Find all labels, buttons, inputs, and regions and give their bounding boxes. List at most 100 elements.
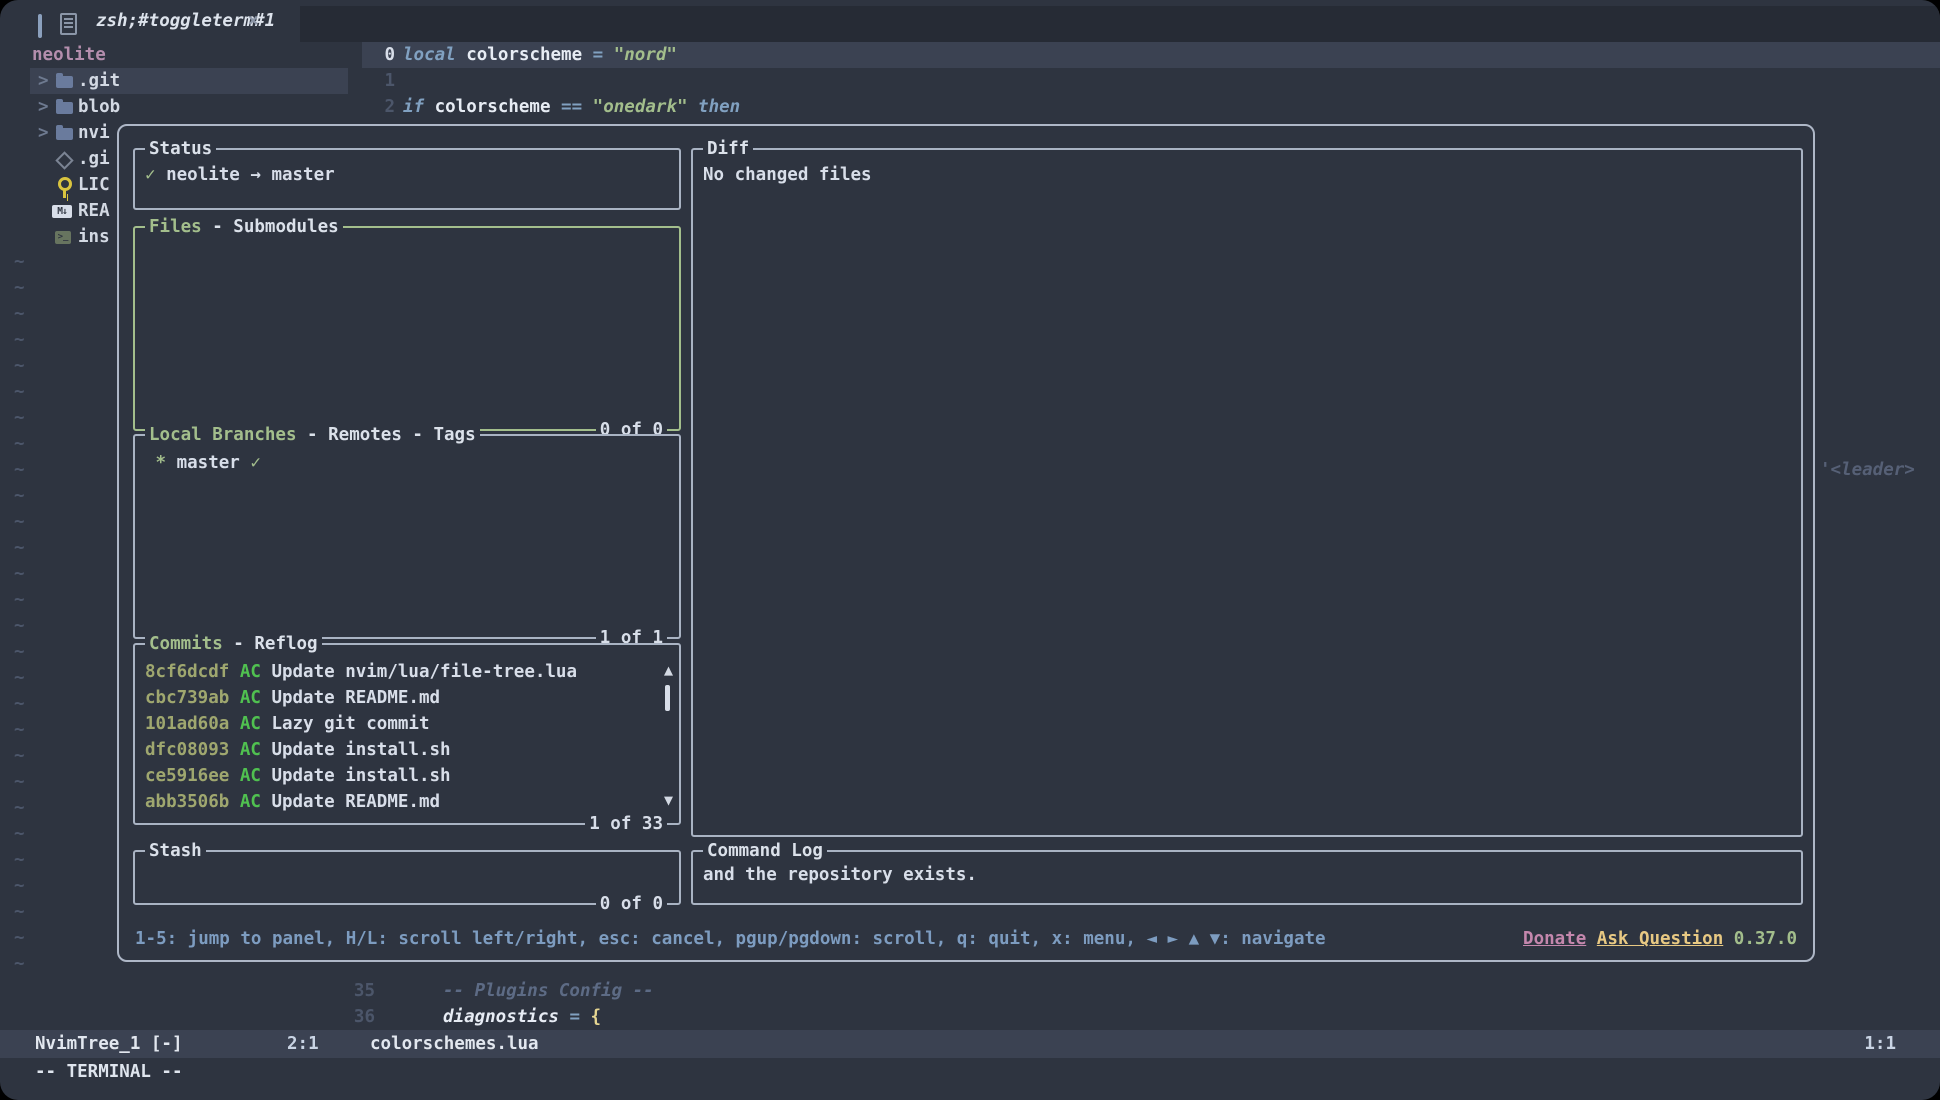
diff-panel-title: Diff [703, 136, 753, 162]
stash-panel[interactable]: Stash 0 of 0 [133, 850, 681, 905]
gitignore-icon [55, 151, 73, 169]
commits-tab-active[interactable]: Commits [149, 634, 223, 654]
version-label: 0.37.0 [1734, 929, 1797, 949]
commit-message: Update install.sh [271, 740, 450, 760]
line-number: 0 [355, 42, 395, 68]
scroll-down-icon[interactable]: ▼ [664, 787, 673, 813]
check-icon: ✓ [145, 165, 156, 185]
comment-token: -- Plugins Config -- [443, 981, 654, 1001]
commits-panel-title: Commits - Reflog [145, 631, 322, 657]
files-tab-rest[interactable]: - Submodules [202, 217, 339, 237]
file-icon [60, 13, 77, 35]
commit-row[interactable]: dfc08093 AC Update install.sh [145, 737, 451, 763]
commit-author-tag: AC [229, 688, 271, 708]
commit-row[interactable]: 8cf6dcdf AC Update nvim/lua/file-tree.lu… [145, 659, 577, 685]
close-icon[interactable]: × [248, 8, 259, 34]
brace-token: { [591, 1007, 602, 1027]
lazygit-float: Status ✓ neolite → master Files - Submod… [117, 124, 1815, 962]
key-icon [58, 177, 72, 191]
leader-key-hint: '<leader> [1820, 457, 1915, 483]
files-panel-title: Files - Submodules [145, 214, 343, 240]
tree-item-blob[interactable]: > blob [0, 94, 360, 120]
folder-icon [56, 128, 73, 140]
commit-row[interactable]: cbc739ab AC Update README.md [145, 685, 440, 711]
identifier-token: diagnostics [443, 1007, 559, 1027]
commit-message: Update README.md [271, 688, 440, 708]
branches-tab-active[interactable]: Local Branches [149, 425, 297, 445]
chevron-right-icon[interactable]: > [38, 68, 49, 94]
keyword-token: if [403, 97, 424, 117]
command-log-text: and the repository exists. [703, 862, 1791, 888]
identifier-token: colorscheme [456, 45, 582, 65]
check-icon: ✓ [240, 453, 261, 473]
line-number: 1 [355, 68, 395, 94]
branches-panel-title: Local Branches - Remotes - Tags [145, 422, 480, 448]
chevron-right-icon[interactable]: > [38, 120, 49, 146]
keyword-token: then [688, 97, 741, 117]
commit-hash: cbc739ab [145, 688, 229, 708]
keyword-token: local [403, 45, 456, 65]
commit-hash: 101ad60a [145, 714, 229, 734]
command-log-panel[interactable]: Command Log and the repository exists. [691, 850, 1803, 905]
statusline-file-name: colorschemes.lua [370, 1031, 539, 1057]
stash-count: 0 of 0 [596, 891, 667, 917]
branch-row[interactable]: * master ✓ [145, 450, 669, 476]
tree-item-git[interactable]: > .git [0, 68, 360, 94]
code-line-36: diagnostics = { [443, 1004, 601, 1030]
line-number: 2 [355, 94, 395, 120]
commit-row[interactable]: ce5916ee AC Update install.sh [145, 763, 451, 789]
commit-hash: 8cf6dcdf [145, 662, 229, 682]
diff-panel[interactable]: Diff No changed files [691, 148, 1803, 837]
line-number: 36 [335, 1004, 375, 1030]
stash-panel-title: Stash [145, 838, 206, 864]
tab-active-indicator [38, 14, 42, 38]
statusline-right-position: 1:1 [1864, 1031, 1896, 1057]
commits-panel[interactable]: Commits - Reflog 8cf6dcdf AC Update nvim… [133, 643, 681, 825]
folder-icon [56, 76, 73, 88]
lazygit-links: Donate Ask Question 0.37.0 [1523, 926, 1797, 952]
identifier-token: colorscheme [424, 97, 550, 117]
commit-hash: ce5916ee [145, 766, 229, 786]
commit-author-tag: AC [229, 740, 271, 760]
commits-count: 1 of 33 [585, 811, 667, 837]
commit-row[interactable]: 101ad60a AC Lazy git commit [145, 711, 430, 737]
operator-token: == [551, 97, 593, 117]
commits-tab-rest[interactable]: - Reflog [223, 634, 318, 654]
files-panel[interactable]: Files - Submodules 0 of 0 [133, 226, 681, 431]
tree-item-label: .gi [78, 146, 110, 172]
markdown-icon: M↓ [52, 205, 72, 218]
commit-author-tag: AC [229, 766, 271, 786]
commit-message: Update nvim/lua/file-tree.lua [271, 662, 577, 682]
tree-item-label: blob [78, 94, 120, 120]
scrollbar-thumb[interactable] [665, 685, 670, 711]
mode-indicator: -- TERMINAL -- [35, 1059, 183, 1085]
branch-name: master [177, 453, 240, 473]
operator-token: = [559, 1007, 591, 1027]
files-tab-active[interactable]: Files [149, 217, 202, 237]
statusline: NvimTree_1 [-] 2:1 colorschemes.lua 1:1 [0, 1030, 1940, 1058]
chevron-right-icon[interactable]: > [38, 94, 49, 120]
donate-link[interactable]: Donate [1523, 929, 1586, 949]
folder-icon [56, 102, 73, 114]
tree-item-label: nvi [78, 120, 110, 146]
statusline-buffer-name: NvimTree_1 [-] [35, 1031, 183, 1057]
scroll-up-icon[interactable]: ▲ [664, 657, 673, 683]
code-line-2: if colorscheme == "onedark" then [403, 94, 740, 120]
keybind-help: 1-5: jump to panel, H/L: scroll left/rig… [135, 926, 1326, 952]
branches-tab-rest[interactable]: - Remotes - Tags [297, 425, 476, 445]
status-panel[interactable]: Status ✓ neolite → master [133, 148, 681, 210]
branches-panel[interactable]: Local Branches - Remotes - Tags * master… [133, 434, 681, 639]
commit-author-tag: AC [229, 792, 271, 812]
status-text: neolite → master [156, 165, 335, 185]
tree-item-label: .git [78, 68, 120, 94]
string-token: "nord" [614, 45, 677, 65]
commit-message: Update README.md [271, 792, 440, 812]
line-number: 35 [335, 978, 375, 1004]
terminal-window: zsh;#toggleterm#1 × neolite > .git > blo… [0, 0, 1940, 1100]
commit-row[interactable]: abb3506b AC Update README.md [145, 789, 440, 815]
tree-root[interactable]: neolite [0, 42, 360, 68]
code-line-35: -- Plugins Config -- [443, 978, 654, 1004]
tree-item-label: LIC [78, 172, 110, 198]
ask-question-link[interactable]: Ask Question [1597, 929, 1723, 949]
command-log-title: Command Log [703, 838, 827, 864]
